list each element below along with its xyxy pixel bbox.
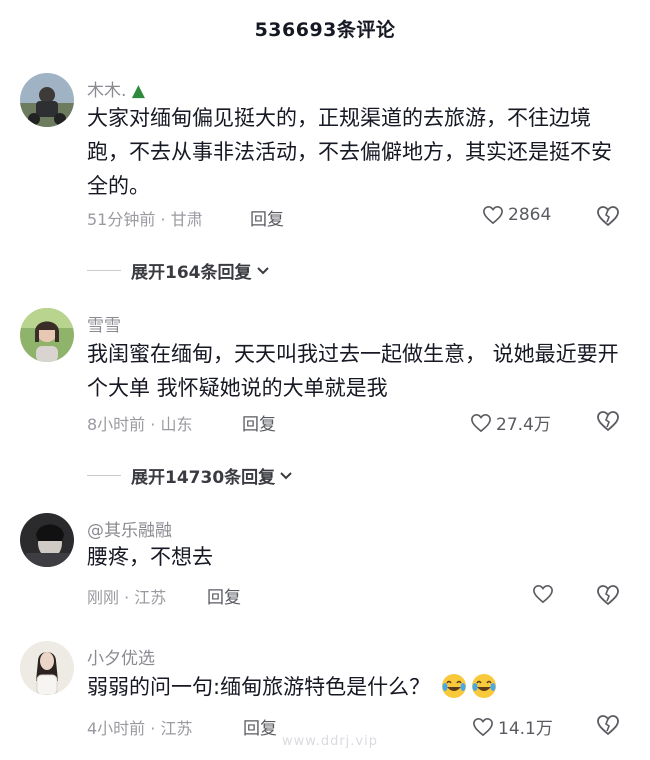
divider (87, 270, 121, 271)
like-button[interactable]: 2864 (482, 205, 551, 225)
like-count: 2864 (508, 205, 552, 225)
chevron-down-icon (280, 471, 292, 479)
comment-username[interactable]: 木木. ▲ (87, 76, 145, 101)
comment-username[interactable]: 小夕优选 (87, 644, 155, 669)
avatar[interactable] (20, 308, 74, 362)
divider (87, 475, 121, 476)
heart-icon (471, 413, 491, 432)
expand-replies-button[interactable]: 展开164条回复 (87, 258, 270, 283)
reply-button[interactable]: 回复 (250, 205, 284, 230)
dislike-button[interactable] (596, 714, 620, 736)
reply-button[interactable]: 回复 (207, 583, 241, 608)
reply-button[interactable]: 回复 (243, 714, 277, 739)
comment-text: 腰疼，不想去 (87, 545, 213, 569)
tears-of-joy-emoji-icon (471, 674, 496, 698)
expand-replies-button[interactable]: 展开14730条回复 (87, 463, 293, 488)
like-button[interactable]: 27.4万 (470, 410, 551, 435)
like-count: 14.1万 (498, 719, 553, 739)
dislike-button[interactable] (596, 584, 620, 606)
like-button[interactable] (532, 584, 554, 604)
comment-meta: 8小时前 · 山东 (87, 415, 193, 434)
heart-icon (533, 584, 553, 604)
tears-of-joy-emoji-icon (441, 674, 466, 698)
broken-heart-icon (597, 585, 619, 606)
broken-heart-icon (597, 206, 619, 227)
heart-icon (473, 717, 493, 736)
broken-heart-icon (597, 715, 619, 736)
heart-icon (483, 205, 503, 225)
comments-header: 536693条评论 (0, 0, 650, 56)
comment-meta: 51分钟前 · 甘肃 (87, 210, 203, 229)
comment-count-title: 536693条评论 (254, 18, 396, 41)
comment-meta: 4小时前 · 江苏 (87, 719, 193, 738)
avatar[interactable] (20, 641, 74, 695)
comment-text: 我闺蜜在缅甸，天天叫我过去一起做生意， 说她最近要开个大单 我怀疑她说的大单就是… (87, 342, 619, 400)
dislike-button[interactable] (596, 410, 620, 432)
like-count: 27.4万 (496, 415, 551, 435)
comment-meta: 刚刚 · 江苏 (87, 588, 167, 607)
comment-username[interactable]: @其乐融融 (87, 516, 172, 541)
tree-emoji-icon: ▲ (131, 81, 145, 101)
watermark: www.ddrj.vip (282, 734, 378, 749)
comment-text: 大家对缅甸偏见挺大的，正规渠道的去旅游，不往边境跑，不去从事非法活动，不去偏僻地… (87, 106, 612, 198)
comment-username[interactable]: 雪雪 (87, 311, 121, 336)
dislike-button[interactable] (596, 205, 620, 227)
broken-heart-icon (597, 411, 619, 432)
reply-button[interactable]: 回复 (242, 410, 276, 435)
comment-text: 弱弱的问一句:缅甸旅游特色是什么？ (87, 670, 627, 704)
avatar[interactable] (20, 73, 74, 127)
avatar[interactable] (20, 513, 74, 567)
like-button[interactable]: 14.1万 (472, 714, 553, 739)
chevron-down-icon (256, 266, 269, 274)
